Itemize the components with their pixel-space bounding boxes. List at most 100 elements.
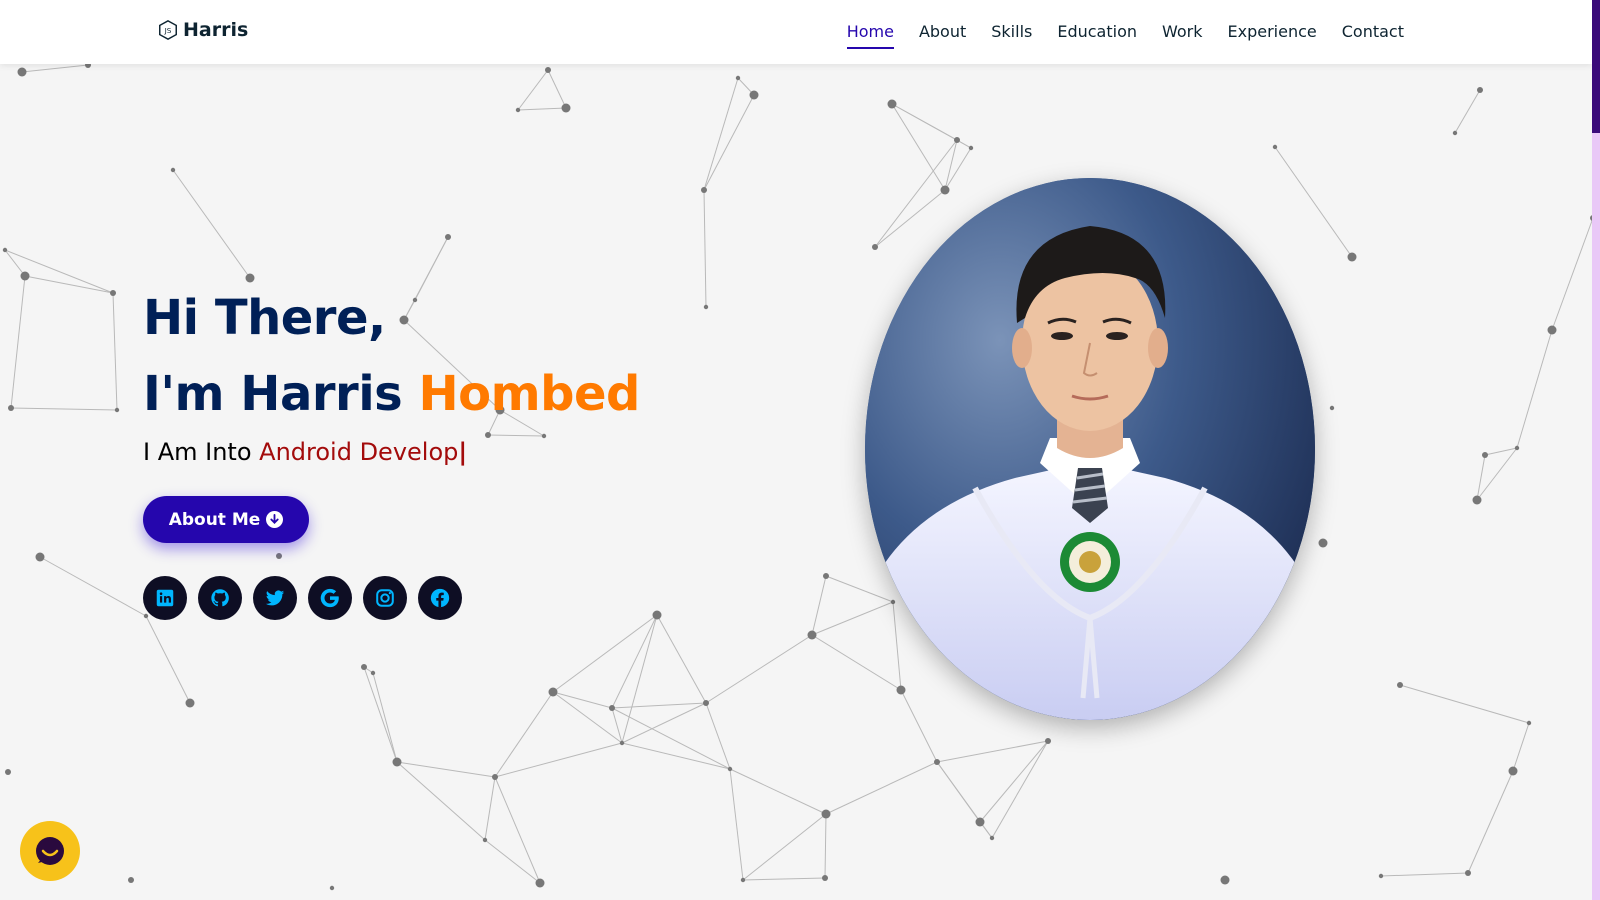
network-node [1465, 870, 1471, 876]
network-node [561, 103, 571, 113]
network-node [823, 573, 829, 579]
typing-line: I Am Into Android Develop| [143, 438, 640, 466]
network-link [494, 742, 623, 778]
network-link [363, 666, 398, 763]
network-node [545, 67, 551, 73]
network-node [361, 664, 367, 670]
network-node [1347, 252, 1357, 262]
about-me-button[interactable]: About Me [143, 496, 309, 543]
network-link [1380, 872, 1469, 877]
twitter-link[interactable] [253, 576, 297, 620]
chat-icon [36, 837, 64, 865]
graduate-portrait-image [865, 178, 1315, 720]
nav-experience[interactable]: Experience [1228, 22, 1317, 49]
network-link [1399, 684, 1530, 724]
network-link [811, 575, 827, 636]
network-link [874, 189, 946, 248]
network-node [652, 610, 662, 620]
network-link [1467, 770, 1514, 874]
nav-contact[interactable]: Contact [1342, 22, 1404, 49]
network-link [552, 614, 658, 693]
network-link [811, 601, 894, 636]
network-node [8, 405, 14, 411]
network-node [17, 67, 27, 77]
hero-text: Hi There, I'm Harris Hombed I Am Into An… [143, 280, 640, 466]
network-link [991, 740, 1049, 839]
network-node [1378, 873, 1384, 879]
network-node [276, 553, 282, 559]
logo[interactable]: JS Harris [157, 19, 248, 41]
network-link [705, 634, 813, 704]
facebook-link[interactable] [418, 576, 462, 620]
hero-name-highlight: Hombed [418, 366, 640, 422]
network-link [729, 768, 744, 881]
network-node [619, 740, 625, 746]
network-link [1512, 722, 1530, 772]
network-node [114, 407, 120, 413]
network-link [742, 813, 827, 881]
network-node [975, 817, 985, 827]
network-node [890, 599, 896, 605]
network-link [621, 742, 731, 770]
page-scrollbar[interactable] [1592, 0, 1600, 900]
typing-text: Android Develop [259, 438, 459, 466]
network-link [484, 776, 496, 841]
network-node [5, 769, 11, 775]
network-link [621, 614, 658, 744]
scrollbar-thumb[interactable] [1592, 0, 1600, 133]
network-link [944, 147, 972, 191]
site-header: JS Harris Home About Skills Education Wo… [0, 0, 1592, 64]
network-node [482, 837, 488, 843]
arrow-down-circle-icon [266, 511, 284, 528]
svg-text:JS: JS [164, 26, 172, 35]
network-link [1454, 89, 1481, 134]
nav-about[interactable]: About [919, 22, 966, 49]
github-link[interactable] [198, 576, 242, 620]
linkedin-link[interactable] [143, 576, 187, 620]
network-link [145, 615, 191, 704]
nav-home[interactable]: Home [846, 22, 894, 49]
network-node [703, 304, 709, 310]
network-link [1274, 146, 1353, 258]
network-node [1220, 875, 1230, 885]
typing-prefix: I Am Into [143, 438, 252, 466]
network-link [656, 614, 707, 704]
google-link[interactable] [308, 576, 352, 620]
network-link [547, 69, 567, 109]
network-link [825, 761, 938, 815]
social-links [143, 576, 462, 620]
instagram-link[interactable] [363, 576, 407, 620]
network-node [1397, 682, 1403, 688]
network-link [979, 740, 1049, 823]
network-node [128, 877, 134, 883]
network-node [492, 774, 498, 780]
profile-photo [865, 178, 1315, 720]
typing-cursor: | [458, 438, 468, 466]
network-node [1482, 452, 1488, 458]
network-node [1318, 538, 1328, 548]
network-node [940, 185, 950, 195]
network-link [936, 761, 981, 823]
network-node [872, 244, 878, 250]
network-node [1526, 720, 1532, 726]
network-node [2, 247, 8, 253]
nav-education[interactable]: Education [1057, 22, 1137, 49]
nav-work[interactable]: Work [1162, 22, 1203, 49]
network-node [934, 759, 940, 765]
facebook-icon [430, 588, 450, 608]
network-node [954, 137, 960, 143]
network-node [822, 875, 828, 881]
network-link [811, 634, 902, 691]
network-node [535, 878, 545, 888]
network-node [170, 167, 176, 173]
network-node [1472, 495, 1482, 505]
network-link [552, 691, 623, 744]
network-node [749, 90, 759, 100]
network-link [705, 702, 731, 770]
nav-skills[interactable]: Skills [991, 22, 1032, 49]
chat-widget-button[interactable] [20, 821, 80, 881]
network-link [891, 103, 946, 191]
network-link [494, 776, 541, 884]
network-link [825, 575, 894, 603]
network-link [611, 707, 731, 770]
